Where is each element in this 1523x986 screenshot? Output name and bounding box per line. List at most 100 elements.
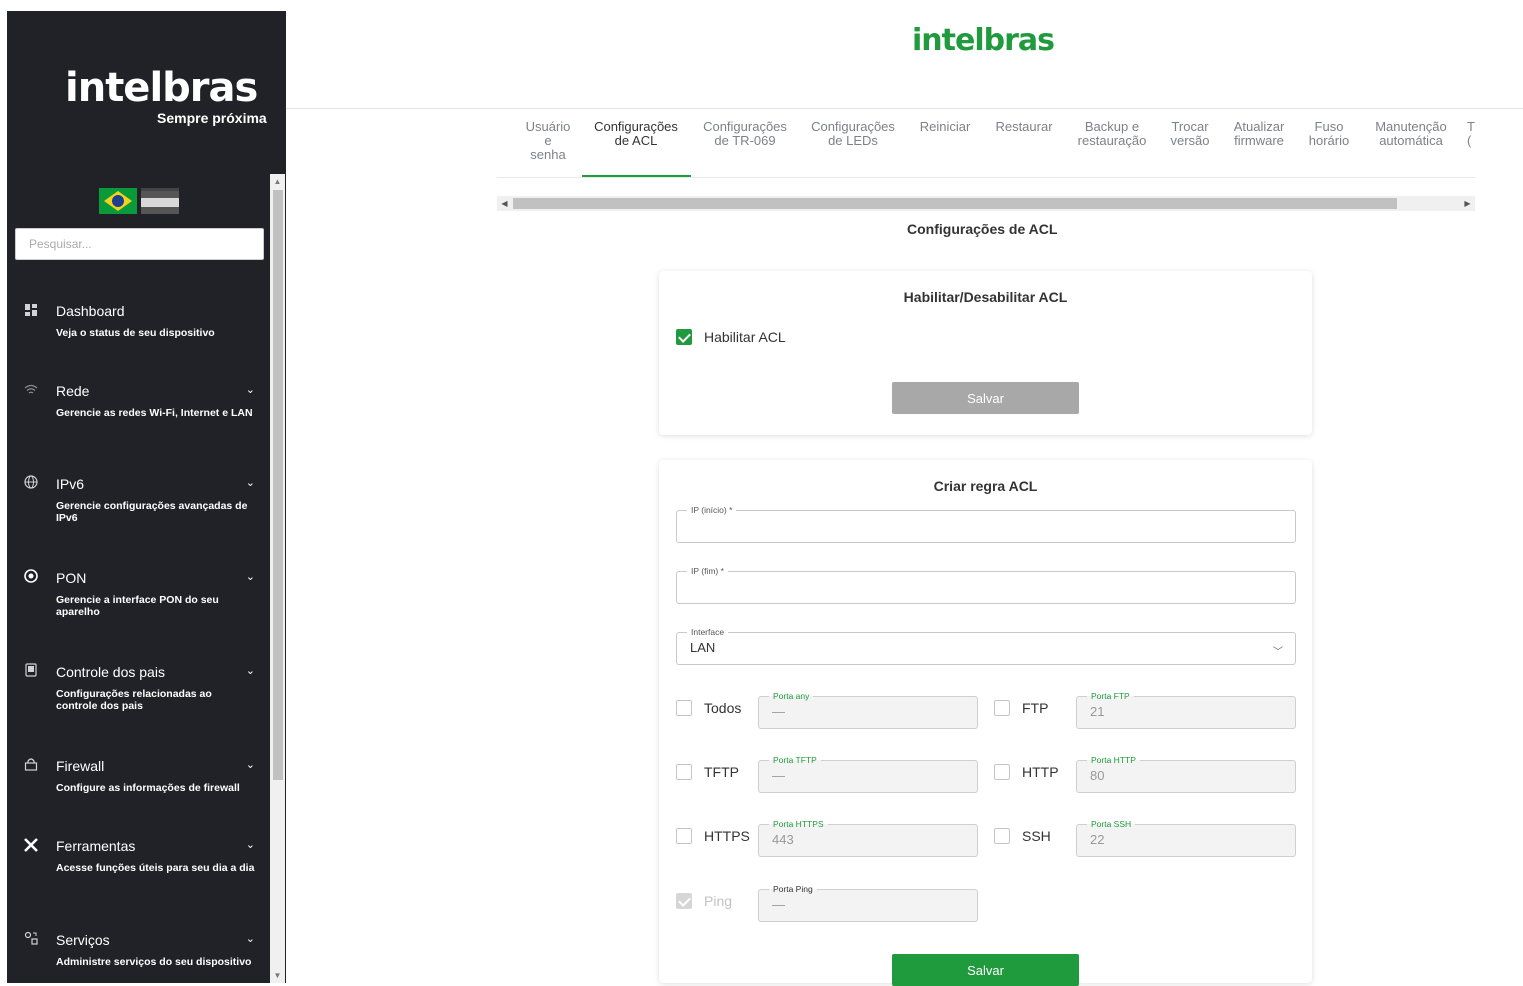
sidebar-item-title: Dashboard <box>56 303 125 319</box>
globe-icon <box>22 475 40 493</box>
ip-start-field[interactable]: IP (início) * <box>676 504 1296 543</box>
tab-configuracoes-de-acl[interactable]: Configurações de ACL <box>589 120 683 148</box>
tab-bar: Usuário e senha Configurações de ACL Con… <box>497 112 1475 178</box>
wifi-icon <box>22 382 40 400</box>
sidebar-item-title: IPv6 <box>56 476 85 492</box>
interface-select[interactable]: Interface LAN ﹀ <box>676 626 1296 665</box>
enable-acl-checkbox[interactable] <box>676 329 692 345</box>
porta-https-value: 443 <box>772 832 794 847</box>
ping-checkbox <box>676 893 692 909</box>
porta-ssh-label: Porta SSH <box>1087 818 1136 830</box>
tab-fuso-horario[interactable]: Fuso horário <box>1305 120 1353 148</box>
todos-checkbox[interactable] <box>676 700 692 716</box>
sidebar-tagline: Sempre próxima <box>157 110 267 126</box>
tab-label: Configurações de TR-069 <box>703 119 787 148</box>
ip-end-field[interactable]: IP (fim) * <box>676 565 1296 604</box>
chevron-down-icon: ⌄ <box>245 477 255 489</box>
tab-reiniciar[interactable]: Reiniciar <box>915 120 975 134</box>
brazil-flag-icon[interactable] <box>99 188 137 214</box>
save-rule-button[interactable]: Salvar <box>892 954 1079 986</box>
scroll-thumb[interactable] <box>273 190 283 780</box>
porta-ssh-field: Porta SSH 22 <box>1076 818 1296 857</box>
scroll-right-arrow-icon[interactable]: ▶ <box>1460 196 1475 211</box>
tab-label: Manutenção automática <box>1375 119 1447 148</box>
porta-ping-value: — <box>772 897 785 912</box>
porta-ping-label: Porta Ping <box>769 883 817 895</box>
todos-label: Todos <box>704 700 742 716</box>
page-title: Configurações de ACL <box>907 221 1058 237</box>
lock-icon <box>22 757 40 775</box>
tab-manutencao-automatica[interactable]: Manutenção automática <box>1367 120 1455 148</box>
tab-label: Backup e restauração <box>1077 119 1147 148</box>
http-label: HTTP <box>1022 764 1059 780</box>
save-enable-button[interactable]: Salvar <box>892 382 1079 414</box>
porta-http-label: Porta HTTP <box>1087 754 1140 766</box>
sidebar-item-desc: Gerencie a interface PON do seu aparelho <box>56 594 219 618</box>
search-input[interactable] <box>15 228 264 260</box>
porta-any-field: Porta any — <box>758 690 978 729</box>
tab-backup-e-restauracao[interactable]: Backup e restauração <box>1073 120 1151 148</box>
sidebar-scrollbar[interactable]: ▲ ▼ <box>270 174 285 983</box>
tools-icon <box>22 837 40 855</box>
sidebar-item-desc: Administre serviços do seu dispositivo <box>56 956 252 968</box>
porta-ftp-value: 21 <box>1090 704 1105 719</box>
sidebar: intelbras Sempre próxima Dashboard Veja … <box>7 11 286 983</box>
sidebar-item-desc: Gerencie as redes Wi-Fi, Internet e LAN <box>56 407 253 419</box>
sidebar-item-title: Firewall <box>56 758 105 774</box>
scroll-down-arrow-icon[interactable]: ▼ <box>270 968 285 983</box>
tab-label: T ( <box>1467 119 1475 148</box>
ftp-label: FTP <box>1022 700 1049 716</box>
porta-tftp-label: Porta TFTP <box>769 754 821 766</box>
porta-any-label: Porta any <box>769 690 814 702</box>
tab-usuario-e-senha[interactable]: Usuário e senha <box>521 120 575 162</box>
https-label: HTTPS <box>704 828 750 844</box>
sidebar-item-desc: Configurações relacionadas ao controle d… <box>56 688 212 712</box>
porta-https-label: Porta HTTPS <box>769 818 828 830</box>
porta-http-value: 80 <box>1090 768 1105 783</box>
ip-end-label: IP (fim) * <box>687 565 728 577</box>
tab-label: Usuário e senha <box>525 119 571 162</box>
create-acl-rule-card: Criar regra ACL IP (início) * IP (fim) *… <box>659 460 1312 986</box>
ftp-checkbox[interactable] <box>994 700 1010 716</box>
tab-label: Configurações de LEDs <box>811 119 895 148</box>
card-title: Criar regra ACL <box>933 478 1038 494</box>
http-checkbox[interactable] <box>994 764 1010 780</box>
porta-http-field: Porta HTTP 80 <box>1076 754 1296 793</box>
tab-label: Fuso horário <box>1308 119 1350 148</box>
tab-configuracoes-de-leds[interactable]: Configurações de LEDs <box>806 120 900 148</box>
porta-ssh-value: 22 <box>1090 832 1105 847</box>
scroll-left-arrow-icon[interactable]: ◀ <box>497 196 512 211</box>
ping-label: Ping <box>704 893 733 909</box>
chevron-down-icon: ﹀ <box>1273 647 1283 658</box>
porta-tftp-value: — <box>772 768 785 783</box>
tab-atualizar-firmware[interactable]: Atualizar firmware <box>1228 120 1290 148</box>
tab-restaurar[interactable]: Restaurar <box>990 120 1058 134</box>
sidebar-item-desc: Veja o status de seu dispositivo <box>56 327 215 339</box>
tab-truncated[interactable]: T ( <box>1467 120 1475 148</box>
sidebar-item-title: Serviços <box>56 932 110 948</box>
enable-acl-label: Habilitar ACL <box>704 329 786 345</box>
porta-https-field: Porta HTTPS 443 <box>758 818 978 857</box>
header-brand-logo: intelbras <box>912 23 1055 58</box>
tftp-checkbox[interactable] <box>676 764 692 780</box>
ssh-checkbox[interactable] <box>994 828 1010 844</box>
sidebar-item-desc: Configure as informações de firewall <box>56 782 240 794</box>
https-checkbox[interactable] <box>676 828 692 844</box>
tab-configuracoes-de-tr-069[interactable]: Configurações de TR-069 <box>698 120 792 148</box>
tab-label: Configurações de ACL <box>594 119 678 148</box>
porta-tftp-field: Porta TFTP — <box>758 754 978 793</box>
tab-trocar-versao[interactable]: Trocar versão <box>1165 120 1215 148</box>
interface-label: Interface <box>687 626 729 638</box>
scroll-thumb[interactable] <box>513 198 1397 209</box>
porta-ping-field: Porta Ping — <box>758 883 978 922</box>
chevron-down-icon: ⌄ <box>245 571 255 583</box>
tab-label: Restaurar <box>995 119 1053 134</box>
tftp-label: TFTP <box>704 764 739 780</box>
tab-label: Reiniciar <box>919 119 971 134</box>
chevron-down-icon: ⌄ <box>245 933 255 945</box>
services-icon <box>22 931 40 949</box>
tabs-horizontal-scrollbar[interactable]: ◀ ▶ <box>497 196 1475 211</box>
english-flag-icon[interactable] <box>141 188 179 214</box>
scroll-up-arrow-icon[interactable]: ▲ <box>270 174 285 189</box>
chevron-down-icon: ⌄ <box>245 665 255 677</box>
